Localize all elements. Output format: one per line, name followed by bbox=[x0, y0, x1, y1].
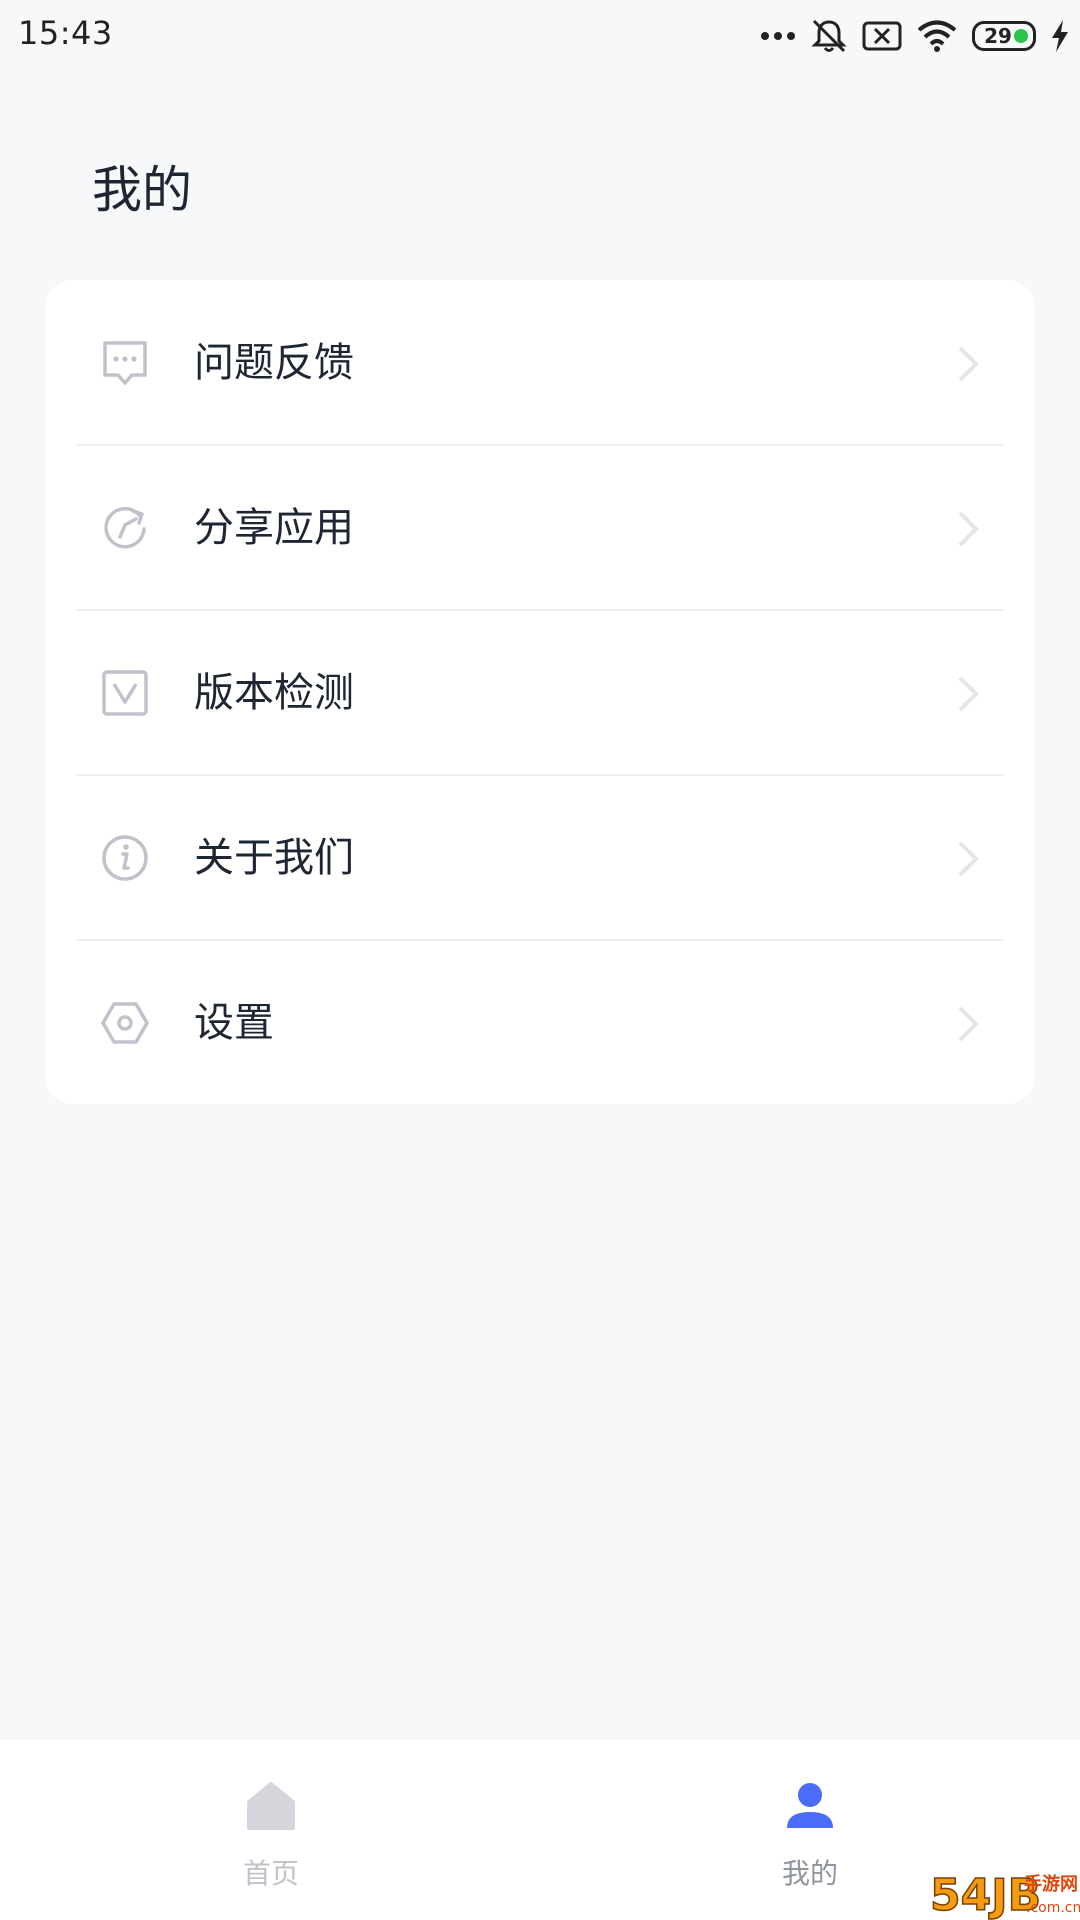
menu-item-label: 版本检测 bbox=[194, 670, 354, 716]
svg-text:.com.cn: .com.cn bbox=[1026, 1900, 1080, 1916]
nav-item-mine[interactable]: 我的 bbox=[660, 1740, 960, 1920]
feedback-chat-icon bbox=[100, 338, 150, 388]
chevron-right-icon bbox=[954, 509, 982, 549]
menu-item-settings[interactable]: 设置 bbox=[46, 940, 1034, 1105]
watermark-logo: 54JB 手游网 .com.cn bbox=[928, 1866, 1080, 1920]
user-icon bbox=[784, 1780, 836, 1832]
menu-item-label: 关于我们 bbox=[194, 835, 354, 881]
chevron-right-icon bbox=[954, 1004, 982, 1044]
nav-label: 我的 bbox=[781, 1857, 838, 1890]
status-time: 15:43 bbox=[18, 14, 113, 52]
chevron-right-icon bbox=[954, 344, 982, 384]
charging-bolt-icon bbox=[1050, 19, 1070, 53]
page-title: 我的 bbox=[92, 161, 192, 219]
menu-item-version-check[interactable]: 版本检测 bbox=[46, 610, 1034, 775]
wifi-icon bbox=[916, 19, 958, 53]
version-check-icon bbox=[100, 668, 150, 718]
menu-item-label: 设置 bbox=[194, 1000, 274, 1046]
share-refresh-icon bbox=[100, 503, 150, 553]
battery-icon: 29 bbox=[972, 21, 1036, 51]
more-dots-icon bbox=[760, 30, 796, 42]
nav-item-home[interactable]: 首页 bbox=[121, 1740, 421, 1920]
chevron-right-icon bbox=[954, 674, 982, 714]
bottom-nav: 首页 我的 bbox=[0, 1740, 1080, 1920]
mute-bell-icon bbox=[810, 17, 848, 55]
menu-item-feedback[interactable]: 问题反馈 bbox=[46, 280, 1034, 445]
nav-label: 首页 bbox=[242, 1857, 299, 1890]
menu-item-share[interactable]: 分享应用 bbox=[46, 445, 1034, 610]
battery-level: 29 bbox=[984, 24, 1012, 48]
menu-card: 问题反馈 分享应用 版本检测 关于我们 设置 bbox=[46, 280, 1034, 1104]
home-icon bbox=[245, 1780, 297, 1832]
info-icon bbox=[100, 833, 150, 883]
status-bar: 15:43 29 bbox=[0, 0, 1080, 74]
menu-item-label: 分享应用 bbox=[194, 505, 354, 551]
svg-text:手游网: 手游网 bbox=[1024, 1873, 1078, 1895]
menu-item-label: 问题反馈 bbox=[194, 340, 354, 386]
chevron-right-icon bbox=[954, 839, 982, 879]
battery-charge-dot bbox=[1014, 29, 1028, 43]
sim-off-icon bbox=[862, 20, 902, 52]
screen: 15:43 29 我的 问题反馈 分享应用 版本检测 关于我们 设置 首页 我的… bbox=[0, 0, 1080, 1920]
status-icons: 29 bbox=[760, 14, 1070, 58]
menu-item-about-us[interactable]: 关于我们 bbox=[46, 775, 1034, 940]
settings-hexagon-icon bbox=[100, 998, 150, 1048]
